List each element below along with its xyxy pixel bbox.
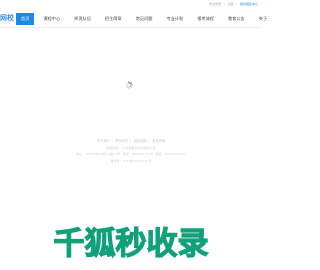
top-link-separator: | — [236, 2, 238, 6]
footer-link-disclaimer[interactable]: 免责声明 — [152, 139, 165, 143]
site-logo[interactable]: 网校 — [0, 14, 14, 24]
top-bar: 学生登录 | 注册 | 我的报名中心 — [0, 0, 262, 8]
nav-item-announcements[interactable]: 教育公告 — [223, 13, 250, 25]
footer-copyright: 版权所有：XX科技教育培训有限公司 — [106, 146, 156, 150]
footer-link-about[interactable]: 关于我们 — [97, 139, 110, 143]
nav-item-about[interactable]: 关于 — [254, 13, 272, 25]
top-link-separator: | — [223, 2, 225, 6]
nav-item-programs[interactable]: 专业计划 — [161, 13, 188, 25]
top-link-enroll-center[interactable]: 我的报名中心 — [240, 2, 258, 6]
top-link-login[interactable]: 学生登录 — [209, 2, 221, 6]
nav-item-admissions[interactable]: 招生简章 — [100, 13, 127, 25]
nav-divider — [0, 27, 262, 28]
spinner-icon — [125, 76, 133, 89]
footer-links: 关于我们 | 联系我们 | 网站地图 | 免责声明 — [96, 139, 166, 143]
main-nav: 首页 课程中心 师资队伍 招生简章 常见问题 专业计划 报考流程 教育公告 关于 — [16, 13, 267, 25]
top-link-register[interactable]: 注册 — [228, 2, 234, 6]
nav-item-faq[interactable]: 常见问题 — [131, 13, 158, 25]
nav-item-courses[interactable]: 课程中心 — [38, 13, 65, 25]
watermark-banner: 千狐秒收录 — [0, 222, 262, 262]
footer-address: 地址：XX省XX市XX区XX路XX号 · 电话：400-XXX-XXXX · 邮… — [76, 152, 186, 156]
nav-item-home[interactable]: 首页 — [16, 13, 35, 25]
footer-link-sitemap[interactable]: 网站地图 — [134, 139, 147, 143]
footer-icp: 备案号：XICP备XXXXXXXX号 — [110, 159, 152, 163]
footer-link-contact[interactable]: 联系我们 — [115, 139, 128, 143]
nav-item-process[interactable]: 报考流程 — [192, 13, 219, 25]
top-links: 学生登录 | 注册 | 我的报名中心 — [207, 2, 258, 6]
watermark-text: 千狐秒收录 — [54, 226, 209, 262]
nav-item-teachers[interactable]: 师资队伍 — [69, 13, 96, 25]
